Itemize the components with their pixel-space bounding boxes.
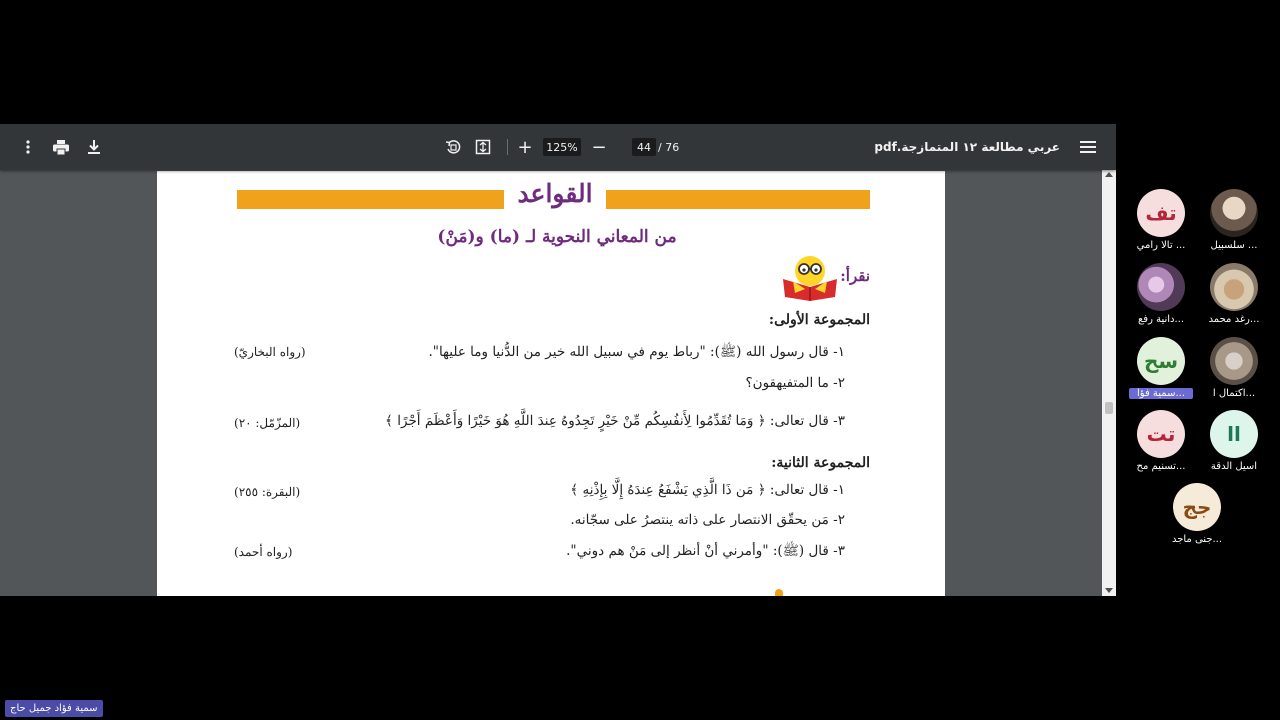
- download-icon[interactable]: [84, 124, 104, 170]
- participant-name: ...سمية فؤا: [1129, 388, 1193, 399]
- vertical-scrollbar[interactable]: [1102, 170, 1116, 596]
- group1-item-2: ٢- ما المتفيهقون؟: [745, 375, 845, 391]
- participant-tile[interactable]: جج ...جنى ماجد: [1157, 483, 1237, 549]
- self-name-label: سمية فؤاد جميل حاج: [5, 700, 103, 717]
- participant-avatar: سح: [1137, 337, 1185, 385]
- participant-name: ...تسنيم مح: [1136, 461, 1186, 472]
- participant-name: ...جنى ماجد: [1171, 534, 1223, 545]
- participant-photo: [1210, 189, 1258, 237]
- group1-item-1-source: (رواه البخاريّ): [234, 345, 306, 359]
- page-total: / 76: [658, 140, 680, 154]
- participant-name: ... سلسبيل: [1210, 240, 1258, 251]
- reading-book-mascot: [783, 256, 837, 301]
- participant-photo: [1210, 263, 1258, 311]
- participant-tile[interactable]: تت ...تسنيم مح: [1121, 410, 1201, 476]
- group2-item-2: ٢- مَن يحقّق الانتصار على ذاته ينتصرُ عل…: [570, 512, 845, 528]
- scroll-up-arrow-icon[interactable]: [1105, 172, 1113, 177]
- participant-tile[interactable]: ... سلسبيل: [1194, 189, 1274, 255]
- pdf-viewer: عربي مطالعة ١٢ المتمازجة.pdf 44 / 76 − 1…: [0, 124, 1116, 596]
- participant-name: اسيل الدقة: [1210, 461, 1258, 472]
- menu-icon[interactable]: [1076, 124, 1100, 170]
- participant-tile[interactable]: تف ... تالا رامي: [1121, 189, 1201, 255]
- participant-tile[interactable]: اا اسيل الدقة: [1194, 410, 1274, 476]
- participant-tile[interactable]: ...دانية رفع: [1121, 263, 1201, 329]
- group2-title: المجموعة الثانية:: [771, 455, 870, 471]
- toolbar-divider: [507, 139, 508, 155]
- group2-item-1: ١- قال تعالى: ﴿ مَن ذَا الَّذِي يَشْفَعُ…: [570, 482, 845, 498]
- participant-avatar: جج: [1173, 483, 1221, 531]
- participant-tile[interactable]: سح ...سمية فؤا: [1121, 337, 1201, 403]
- print-icon[interactable]: [50, 124, 72, 170]
- scrollbar-thumb[interactable]: [1105, 402, 1113, 414]
- fit-page-icon[interactable]: [473, 124, 493, 170]
- lesson-title: القواعد: [517, 179, 593, 208]
- participant-photo: [1137, 263, 1185, 311]
- group2-item-3-source: (رواه أحمد): [234, 545, 293, 559]
- title-bar-right: [606, 190, 870, 209]
- more-vert-icon[interactable]: [18, 124, 38, 170]
- participant-name: ...اكتمال ا: [1212, 388, 1256, 399]
- next-section-marker: [775, 589, 783, 596]
- read-label: نقرأ:: [840, 267, 870, 285]
- participant-tile[interactable]: ...اكتمال ا: [1194, 337, 1274, 403]
- participant-tile[interactable]: ...رغد محمد: [1194, 263, 1274, 329]
- group2-item-1-source: (البقرة: ٢٥٥): [234, 485, 301, 499]
- participant-avatar: تف: [1137, 189, 1185, 237]
- participant-avatar: اا: [1210, 410, 1258, 458]
- participant-avatar: تت: [1137, 410, 1185, 458]
- scroll-down-arrow-icon[interactable]: [1105, 588, 1113, 593]
- pdf-toolbar: عربي مطالعة ١٢ المتمازجة.pdf 44 / 76 − 1…: [0, 124, 1116, 170]
- participant-name: ...رغد محمد: [1208, 314, 1260, 325]
- participant-name: ... تالا رامي: [1136, 240, 1186, 251]
- lesson-subtitle: من المعاني النحوية لـ (ما) و(مَنْ): [437, 227, 677, 247]
- zoom-in-button[interactable]: +: [516, 124, 534, 170]
- group1-item-3-source: (المزّمّل: ٢٠): [234, 416, 301, 430]
- group1-item-3: ٣- قال تعالى: ﴿ وَمَا تُقَدِّمُوا لِأَنف…: [385, 413, 845, 429]
- rotate-icon[interactable]: [443, 124, 463, 170]
- document-title: عربي مطالعة ١٢ المتمازجة.pdf: [874, 140, 1060, 154]
- zoom-level-input[interactable]: 125%: [543, 138, 581, 156]
- page-number-input[interactable]: 44: [632, 138, 656, 156]
- group1-title: المجموعة الأولى:: [768, 312, 870, 328]
- participant-photo: [1210, 337, 1258, 385]
- pdf-page: القواعد من المعاني النحوية لـ (ما) و(مَن…: [157, 171, 945, 596]
- group2-item-3: ٣- قال (ﷺ): "وأمرني أنْ أنظر إلى مَنْ هم…: [566, 543, 845, 559]
- zoom-out-button[interactable]: −: [590, 124, 608, 170]
- title-bar-left: [237, 190, 504, 209]
- group1-item-1: ١- قال رسول الله (ﷺ): "رباط يوم في سبيل …: [428, 344, 845, 360]
- participant-name: ...دانية رفع: [1137, 314, 1185, 325]
